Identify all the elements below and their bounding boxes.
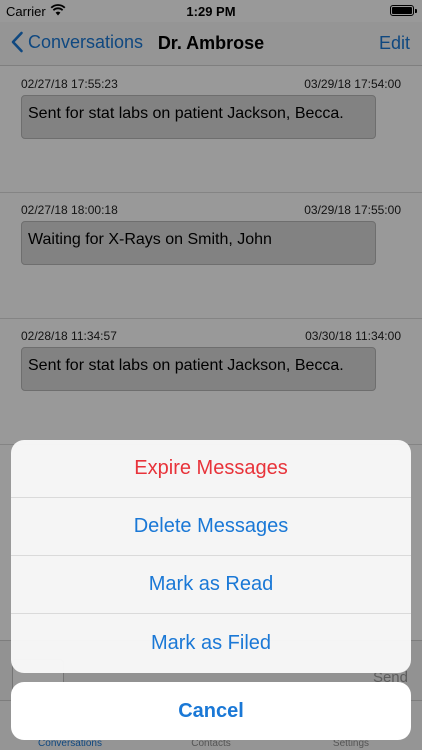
action-sheet: Expire Messages Delete Messages Mark as … <box>11 440 411 673</box>
mark-as-filed-button[interactable]: Mark as Filed <box>11 614 411 672</box>
mark-as-read-button[interactable]: Mark as Read <box>11 556 411 614</box>
delete-messages-button[interactable]: Delete Messages <box>11 498 411 556</box>
expire-messages-button[interactable]: Expire Messages <box>11 440 411 498</box>
cancel-button[interactable]: Cancel <box>11 682 411 740</box>
